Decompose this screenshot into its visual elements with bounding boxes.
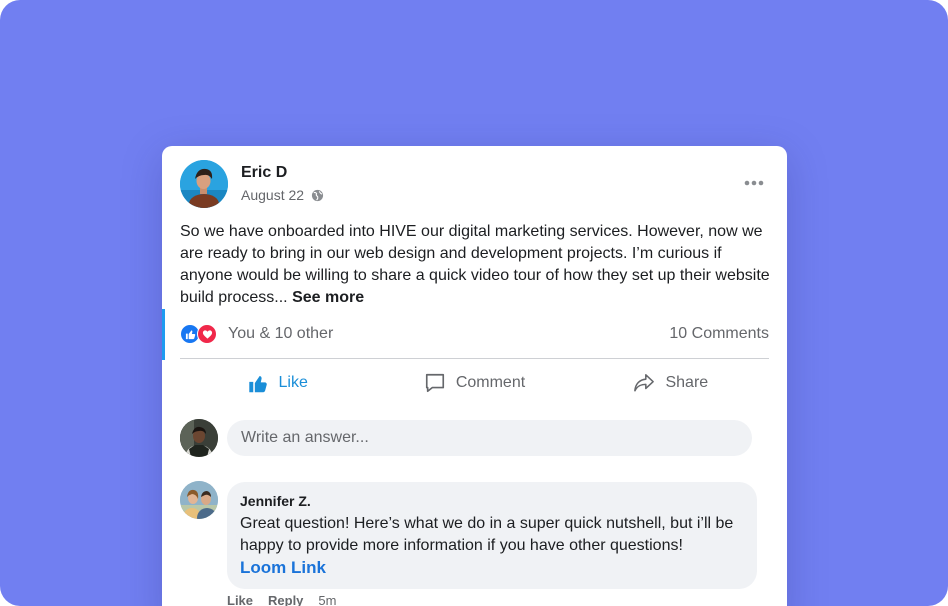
answer-input[interactable] <box>227 420 752 456</box>
reactions-text[interactable]: You & 10 other <box>228 325 333 343</box>
author-name[interactable]: Eric D <box>241 164 287 182</box>
share-label: Share <box>665 374 709 391</box>
comment-bubble: Jennifer Z. Great question! Here’s what … <box>227 482 757 589</box>
comment-text: Great question! Here’s what we do in a s… <box>240 513 744 579</box>
globe-icon <box>311 189 324 201</box>
post-body: So we have onboarded into HIVE our digit… <box>180 221 770 309</box>
commenter-avatar[interactable] <box>180 481 218 519</box>
divider <box>180 358 769 359</box>
author-avatar[interactable] <box>180 160 228 208</box>
post-text: So we have onboarded into HIVE our digit… <box>180 223 770 306</box>
see-more-link[interactable]: See more <box>292 289 364 306</box>
more-options-button[interactable] <box>741 174 767 192</box>
post-actions: Like Comment Share <box>180 366 769 400</box>
like-label: Like <box>278 374 308 391</box>
reactions-summary: You & 10 other 10 Comments <box>180 322 769 346</box>
page-background: Eric D August 22 So we have onboarded in… <box>0 0 948 606</box>
post-card: Eric D August 22 So we have onboarded in… <box>162 146 787 606</box>
comment-text-body: Great question! Here’s what we do in a s… <box>240 515 734 554</box>
love-reaction-icon <box>197 324 217 344</box>
comment-label: Comment <box>455 374 526 391</box>
like-button[interactable]: Like <box>180 366 376 400</box>
comment-meta: Like Reply 5m <box>227 593 336 606</box>
accent-bar <box>162 309 165 360</box>
post-date-text: August 22 <box>241 187 305 203</box>
reaction-icons[interactable] <box>180 324 220 344</box>
comment-reply-button[interactable]: Reply <box>268 593 303 606</box>
viewer-avatar <box>180 419 218 457</box>
thumbs-up-icon <box>249 375 268 392</box>
share-button[interactable]: Share <box>573 366 769 400</box>
post-date: August 22 <box>241 187 324 203</box>
commenter-name[interactable]: Jennifer Z. <box>240 492 744 510</box>
comment-button[interactable]: Comment <box>376 366 572 400</box>
comment-time: 5m <box>318 593 337 606</box>
loom-link[interactable]: Loom Link <box>240 557 744 579</box>
comment-like-button[interactable]: Like <box>227 593 253 606</box>
comments-count[interactable]: 10 Comments <box>669 325 769 343</box>
comment-bubble-icon <box>425 373 444 393</box>
more-dots-icon <box>744 180 764 186</box>
share-arrow-icon <box>634 374 655 392</box>
